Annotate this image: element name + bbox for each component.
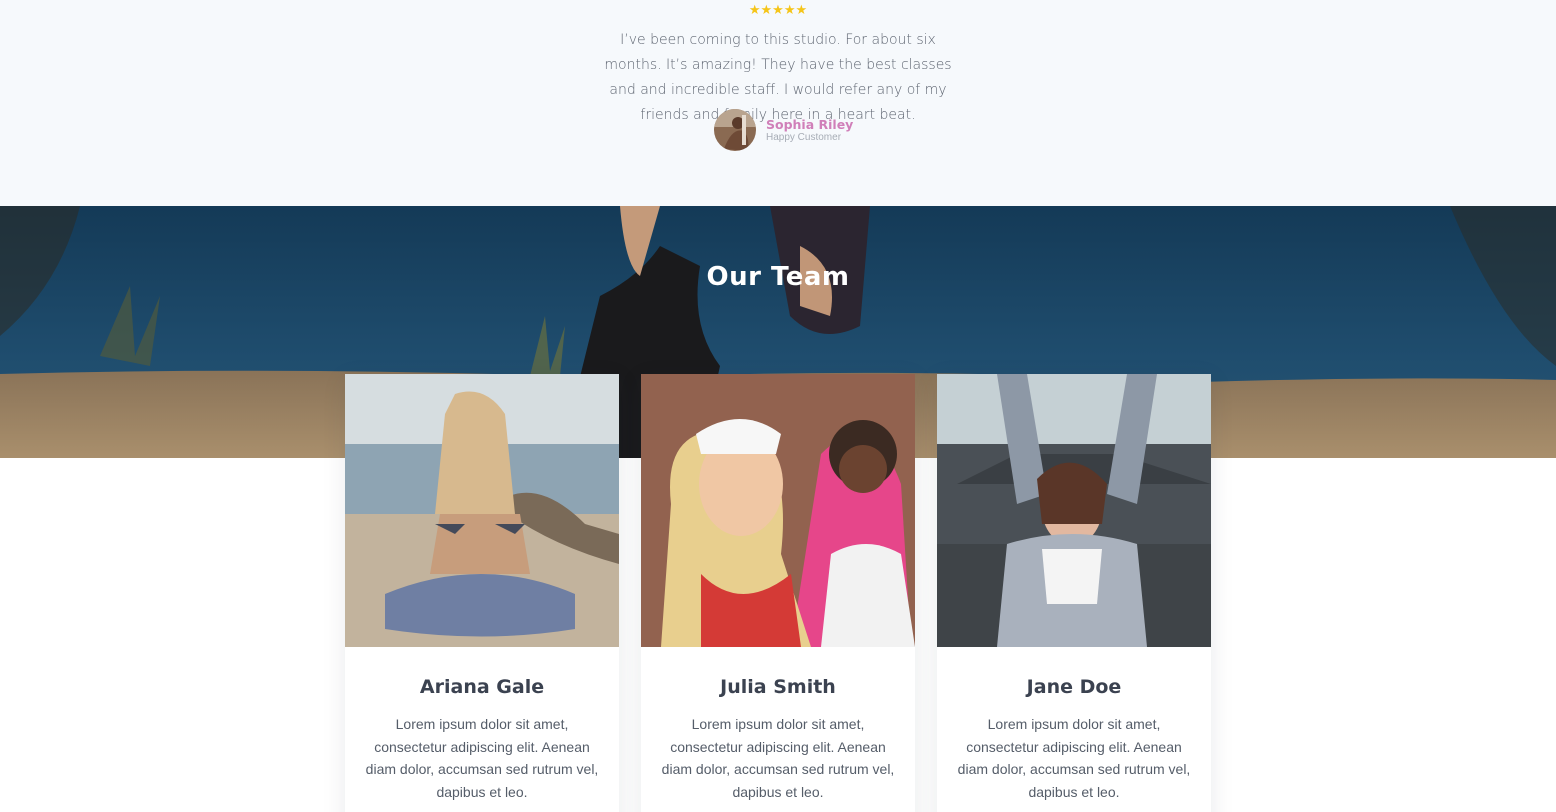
team-member-name: Julia Smith [720,676,836,698]
testimonial-author: Sophia Riley Happy Customer [714,109,853,151]
team-member-name: Ariana Gale [419,676,545,698]
testimonial-section: ★★★★★ I’ve been coming to this studio. F… [0,0,1556,206]
avatar [714,109,756,151]
team-section-title: Our Team [706,262,850,292]
team-member-photo [641,374,915,647]
author-role: Happy Customer [766,131,842,143]
star-rating: ★★★★★ [748,2,808,17]
author-name: Sophia Riley [766,116,854,132]
team-member-card: Jane Doe Lorem ipsum dolor sit amet, con… [937,374,1211,812]
team-member-bio: Lorem ipsum dolor sit amet, consectetur … [957,716,1191,800]
team-member-bio: Lorem ipsum dolor sit amet, consectetur … [661,716,895,800]
team-member-card: Julia Smith Lorem ipsum dolor sit amet, … [641,374,915,812]
team-member-bio: Lorem ipsum dolor sit amet, consectetur … [365,716,599,800]
team-member-photo [345,374,619,647]
team-member-photo [937,374,1211,647]
team-member-name: Jane Doe [1026,676,1122,698]
team-member-card: Ariana Gale Lorem ipsum dolor sit amet, … [345,374,619,812]
